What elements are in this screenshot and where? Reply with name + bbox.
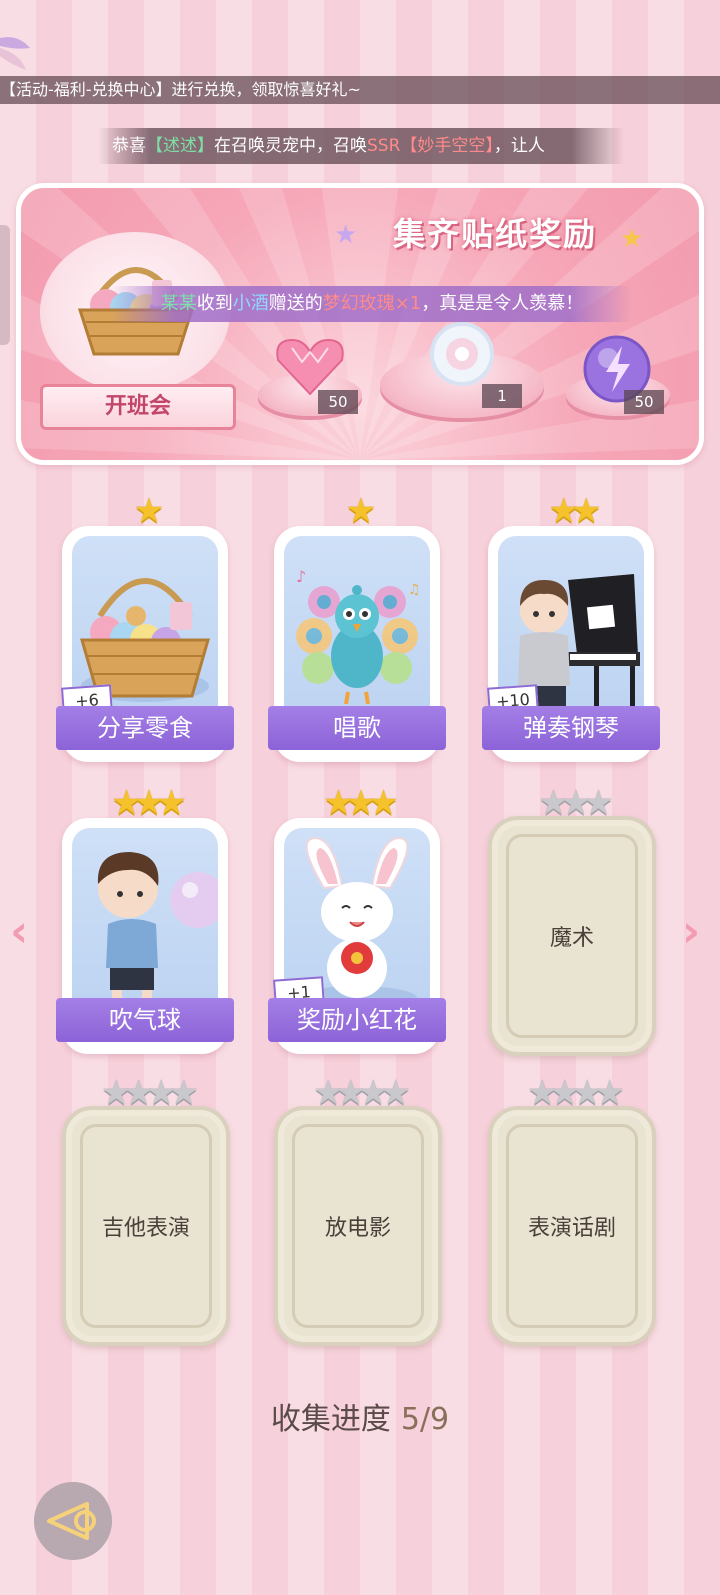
broadcast-prefix: 恭喜 — [112, 136, 146, 156]
back-arrow-icon — [47, 1502, 96, 1540]
star-rating-5: ★★★ — [323, 783, 398, 823]
sticker-card-movie-locked[interactable]: 放电影 — [274, 1106, 442, 1346]
svg-text:♫: ♫ — [408, 582, 421, 598]
card-label: 表演话剧 — [527, 1216, 616, 1241]
card-label: 魔术 — [549, 926, 594, 951]
gift-notice-bar: 某某收到小酒赠送的梦幻玫瑰×1，真是是令人羡慕！ — [112, 286, 632, 322]
sticker-card-red-flower[interactable]: +1 奖励小红花 — [268, 818, 446, 1054]
star-rating-1: ★ — [133, 491, 164, 531]
banner-title: 集齐贴纸奖励 — [392, 215, 597, 253]
sticker-card-singing[interactable]: ♪ ♫ 唱歌 — [268, 526, 446, 762]
card-label: 吉他表演 — [101, 1216, 190, 1241]
back-button[interactable] — [34, 1482, 112, 1560]
sticker-card-balloon[interactable]: 吹气球 — [56, 818, 234, 1054]
system-announcement: 【活动-福利-兑换中心】进行兑换，领取惊喜好礼~ — [0, 76, 720, 104]
reward-count-2: 1 — [482, 384, 522, 408]
peacock-icon: ♪ ♫ — [296, 567, 421, 705]
svg-text:♪: ♪ — [296, 567, 306, 586]
card-label: 吹气球 — [56, 998, 234, 1042]
prev-page-arrow-icon[interactable]: ‹ — [10, 910, 28, 954]
broadcast-user: 【述述】 — [146, 136, 214, 156]
notice-text-2: 赠送的 — [268, 293, 323, 314]
reward-count-3: 50 — [624, 390, 664, 414]
collection-progress: 收集进度 5/9 — [0, 1394, 720, 1438]
broadcast-bar: 恭喜【述述】在召唤灵宠中，召唤SSR【妙手空空】，让人 — [98, 128, 624, 164]
sticker-card-share-snacks[interactable]: +6 分享零食 — [56, 526, 234, 762]
notice-receiver: 小酒 — [232, 293, 269, 314]
broadcast-suffix: ，让人 — [493, 136, 545, 156]
star-rating-7: ★★★★ — [101, 1073, 199, 1113]
announcement-text: 【活动-福利-兑换中心】进行兑换，领取惊喜好礼~ — [0, 80, 361, 99]
sticker-card-drama-locked[interactable]: 表演话剧 — [488, 1106, 656, 1346]
star-rating-2: ★ — [345, 491, 376, 531]
notice-text-3: ，真是是令人羡慕！ — [421, 293, 584, 314]
broadcast-item: SSR【妙手空空】 — [367, 136, 494, 156]
sticker-card-magic-locked[interactable]: 魔术 — [488, 816, 656, 1056]
crystal-bouquet-icon[interactable] — [426, 318, 498, 390]
corner-logo — [0, 20, 34, 76]
progress-label: 收集进度 — [270, 1402, 391, 1437]
broadcast-mid: 在召唤灵宠中，召唤 — [214, 136, 367, 156]
star-rating-9: ★★★★ — [527, 1073, 625, 1113]
notice-gift: 梦幻玫瑰×1 — [322, 293, 422, 314]
side-drawer-handle[interactable] — [0, 225, 10, 345]
card-label: 弹奏钢琴 — [482, 706, 660, 750]
notice-sender: 某某 — [160, 293, 197, 314]
star-rating-6: ★★★ — [538, 783, 613, 823]
star-rating-8: ★★★★ — [313, 1073, 411, 1113]
next-page-arrow-icon[interactable]: › — [682, 910, 700, 954]
purple-star-icon: ★ — [334, 220, 358, 250]
heart-gem-icon[interactable] — [274, 336, 346, 396]
notice-text-1: 收到 — [196, 293, 233, 314]
card-label: 放电影 — [324, 1216, 391, 1241]
event-ribbon: 开班会 — [40, 384, 236, 430]
sticker-card-guitar-locked[interactable]: 吉他表演 — [62, 1106, 230, 1346]
star-rating-3: ★★ — [548, 491, 602, 531]
balloon-boy-icon — [97, 852, 218, 1008]
sticker-card-piano[interactable]: +10 弹奏钢琴 — [482, 526, 660, 762]
star-rating-4: ★★★ — [111, 783, 186, 823]
progress-value: 5/9 — [400, 1402, 450, 1437]
card-label: 分享零食 — [56, 706, 234, 750]
reward-count-1: 50 — [318, 390, 358, 414]
card-label: 奖励小红花 — [268, 998, 446, 1042]
card-label: 唱歌 — [268, 706, 446, 750]
